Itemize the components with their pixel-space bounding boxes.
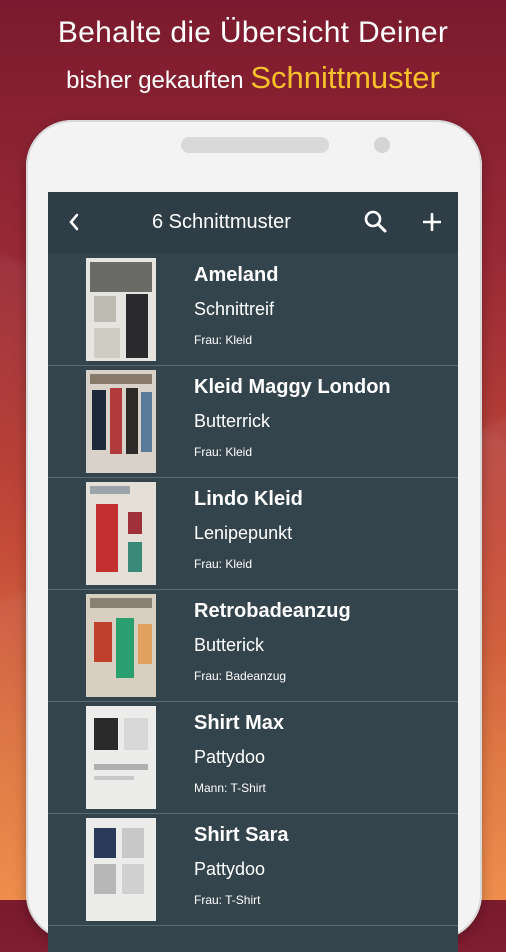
phone-speaker	[181, 137, 329, 153]
promo-headline-accent: Schnittmuster	[250, 60, 440, 95]
page-title: 6 Schnittmuster	[152, 211, 291, 233]
pattern-name: Lindo Kleid	[194, 488, 303, 510]
pattern-category: Frau: Kleid	[194, 333, 253, 347]
pattern-name: Retrobadeanzug	[194, 600, 351, 622]
pattern-thumbnail	[86, 706, 156, 809]
pattern-list: Ameland Schnittreif Frau: Kleid Kleid Ma…	[48, 254, 458, 926]
chevron-left-icon[interactable]	[62, 205, 86, 239]
phone-camera	[374, 137, 390, 153]
pattern-name: Ameland	[194, 264, 279, 286]
pattern-list-item[interactable]: Lindo Kleid Lenipepunkt Frau: Kleid	[48, 478, 458, 590]
pattern-brand: Butterrick	[194, 411, 271, 431]
pattern-thumbnail	[86, 594, 156, 697]
promo-headline-line2: bisher gekauften Schnittmuster	[0, 60, 506, 96]
app-bar: 6 Schnittmuster	[48, 192, 458, 253]
pattern-thumbnail	[86, 818, 156, 921]
pattern-thumbnail	[86, 370, 156, 473]
pattern-brand: Pattydoo	[194, 747, 266, 767]
promo-headline-prefix: bisher gekauften	[66, 67, 244, 94]
pattern-list-item[interactable]: Retrobadeanzug Butterick Frau: Badeanzug	[48, 590, 458, 702]
pattern-thumbnail	[86, 258, 156, 361]
pattern-name: Shirt Sara	[194, 824, 289, 846]
app-screen: 6 Schnittmuster Ameland Schnittreif Frau…	[48, 192, 458, 952]
pattern-brand: Schnittreif	[194, 299, 275, 319]
pattern-category: Frau: Badeanzug	[194, 669, 287, 683]
pattern-brand: Butterick	[194, 635, 265, 655]
pattern-list-item[interactable]: Shirt Max Pattydoo Mann: T-Shirt	[48, 702, 458, 814]
search-icon[interactable]	[362, 208, 390, 236]
pattern-category: Mann: T-Shirt	[194, 781, 266, 795]
pattern-category: Frau: Kleid	[194, 557, 253, 571]
pattern-brand: Lenipepunkt	[194, 523, 293, 543]
pattern-brand: Pattydoo	[194, 859, 266, 879]
pattern-category: Frau: Kleid	[194, 445, 253, 459]
pattern-category: Frau: T-Shirt	[194, 893, 261, 907]
pattern-name: Shirt Max	[194, 712, 285, 734]
plus-icon[interactable]	[418, 208, 446, 236]
pattern-list-item[interactable]: Kleid Maggy London Butterrick Frau: Klei…	[48, 366, 458, 478]
pattern-name: Kleid Maggy London	[194, 376, 391, 398]
pattern-list-item[interactable]: Ameland Schnittreif Frau: Kleid	[48, 254, 458, 366]
pattern-list-item[interactable]: Shirt Sara Pattydoo Frau: T-Shirt	[48, 814, 458, 926]
phone-frame: 6 Schnittmuster Ameland Schnittreif Frau…	[26, 120, 482, 952]
promo-headline-line1: Behalte die Übersicht Deiner	[57, 16, 449, 49]
pattern-thumbnail	[86, 482, 156, 585]
